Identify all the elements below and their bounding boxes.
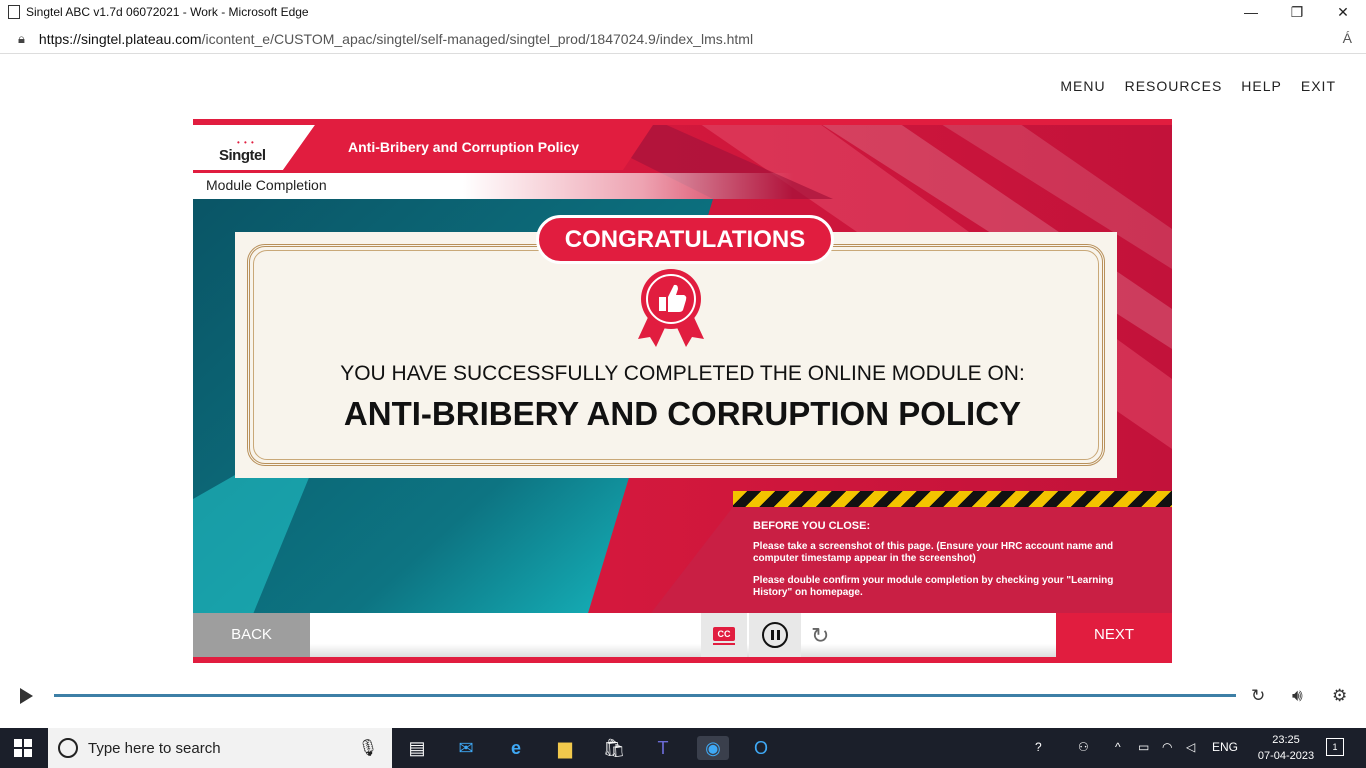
windows-taskbar: Type here to search 🎙︎ ▤ ✉ e ▆ 🛍︎ T ◉ O … [0,728,1366,768]
module-bar: Module Completion [193,173,793,199]
menu-link[interactable]: MENU [1060,78,1105,94]
hazard-stripe [733,491,1172,507]
maximize-button[interactable]: ❐ [1274,0,1320,24]
notice-confirm-text: Please double confirm your module comple… [753,575,1114,598]
next-button[interactable]: NEXT [1056,613,1172,657]
edge-active-icon[interactable]: ◉ [697,736,729,760]
back-button[interactable]: BACK [193,613,310,657]
battery-icon[interactable]: ▭ [1138,740,1149,754]
singtel-logo: Singtel [219,147,266,164]
help-tray-icon[interactable]: ? [1035,740,1042,754]
cortana-icon [58,738,78,758]
window-controls: — ❐ ✕ [1228,0,1366,24]
outlook-icon[interactable]: O [748,736,774,760]
lock-icon[interactable]: 🔒︎ [18,31,25,47]
window-titlebar: Singtel ABC v1.7d 06072021 - Work - Micr… [0,0,1366,24]
notice-screenshot-text: Please take a screenshot of this page. (… [753,541,1114,564]
congratulations-banner: CONGRATULATIONS [536,215,834,264]
window-title: Singtel ABC v1.7d 06072021 - Work - Micr… [26,5,309,19]
volume-icon[interactable]: 🔊︎ [1292,686,1303,706]
search-placeholder: Type here to search [88,740,221,757]
bottom-strip [193,657,1172,663]
edge-icon[interactable]: e [503,736,529,760]
course-player: • • • Singtel Anti-Bribery and Corruptio… [193,119,1172,663]
help-link[interactable]: HELP [1241,78,1282,94]
course-navbar: BACK CC ↻ NEXT [193,613,1172,657]
task-view-icon[interactable]: ▤ [404,736,430,760]
singtel-dots-logo: • • • [237,138,255,147]
replay-icon[interactable]: ↻ [811,623,829,649]
progress-track[interactable] [54,694,1236,697]
teams-icon[interactable]: T [650,736,676,760]
windows-start-icon[interactable] [14,739,32,757]
system-clock[interactable]: 23:25 07-04-2023 [1256,732,1316,764]
language-indicator[interactable]: ENG [1212,740,1238,754]
file-explorer-icon[interactable]: ▆ [552,736,578,760]
read-aloud-icon[interactable]: Á [1343,30,1352,46]
play-icon[interactable] [20,688,33,704]
exit-link[interactable]: EXIT [1301,78,1336,94]
thumbs-up-badge-icon [638,269,704,347]
taskbar-search[interactable]: Type here to search 🎙︎ [48,728,392,768]
before-close-notice: BEFORE YOU CLOSE: Please take a screensh… [651,491,1172,613]
resources-link[interactable]: RESOURCES [1125,78,1223,94]
store-icon[interactable]: 🛍︎ [601,736,627,760]
pause-button[interactable] [749,613,801,657]
chevron-up-icon[interactable]: ^ [1115,740,1121,754]
module-label: Module Completion [206,177,327,193]
wifi-icon[interactable]: ◠ [1162,740,1172,754]
minimize-button[interactable]: — [1228,0,1274,24]
notification-icon[interactable]: 1 [1326,738,1344,756]
media-controls: ↻ 🔊︎ ⚙ [0,676,1366,716]
page-icon [8,5,20,19]
completion-message: YOU HAVE SUCCESSFULLY COMPLETED THE ONLI… [340,362,1025,385]
speaker-icon[interactable]: ◁ [1186,740,1195,754]
close-window-button[interactable]: ✕ [1320,0,1366,24]
module-name: ANTI-BRIBERY AND CORRUPTION POLICY [343,395,1022,432]
pause-icon [762,622,788,648]
cc-icon: CC [713,627,735,641]
clock-date: 07-04-2023 [1257,750,1315,762]
settings-gear-icon[interactable]: ⚙ [1332,686,1347,706]
mail-icon[interactable]: ✉ [453,736,479,760]
replay-icon-bottom[interactable]: ↻ [1251,686,1265,706]
clock-time: 23:25 [1272,734,1300,746]
url-text[interactable]: https://singtel.plateau.com/icontent_e/C… [39,31,753,47]
address-bar[interactable]: 🔒︎ https://singtel.plateau.com/icontent_… [0,24,1366,54]
course-header: • • • Singtel Anti-Bribery and Corruptio… [193,125,653,170]
closed-captions-button[interactable]: CC [701,613,747,657]
cc-underline [713,643,735,645]
notice-title: BEFORE YOU CLOSE: [753,520,871,532]
microphone-icon[interactable]: 🎙︎ [358,738,378,758]
course-title: Anti-Bribery and Corruption Policy [348,139,580,155]
course-top-nav: MENU RESOURCES HELP EXIT [1041,78,1336,94]
people-icon[interactable]: ⚇ [1078,740,1089,754]
